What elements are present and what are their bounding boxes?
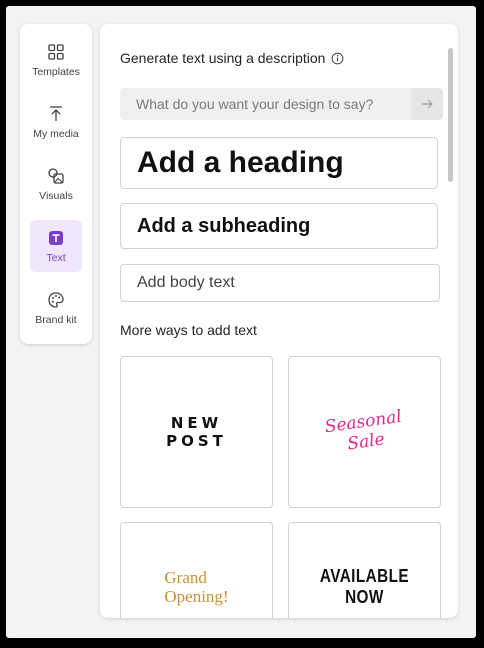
text-style-tile-grand-opening[interactable]: Grand Opening!: [120, 522, 273, 618]
tile-text-line: Opening!: [164, 587, 229, 606]
tile-text-line: NEW: [170, 414, 223, 432]
rail-item-brand-kit[interactable]: Brand kit: [30, 282, 82, 334]
rail-item-text[interactable]: Text: [30, 220, 82, 272]
rail-label: Brand kit: [35, 314, 77, 326]
rail-label: My media: [33, 128, 79, 140]
panel-scrollbar[interactable]: [448, 48, 453, 182]
generate-section-title: Generate text using a description: [120, 50, 344, 66]
left-rail: Templates My media Visuals Text Brand ki…: [20, 24, 92, 344]
visuals-icon: [48, 168, 64, 184]
text-panel: Generate text using a description Add a …: [100, 24, 458, 618]
app-frame: Templates My media Visuals Text Brand ki…: [6, 6, 476, 638]
tile-text-line: Grand: [164, 568, 207, 587]
rail-item-my-media[interactable]: My media: [30, 96, 82, 148]
upload-icon: [50, 106, 62, 121]
tile-preview-available-now: AVAILABLE NOW: [320, 566, 409, 608]
arrow-right-icon: [422, 99, 433, 109]
add-heading-button[interactable]: Add a heading: [120, 137, 438, 189]
prompt-box: [120, 88, 443, 120]
tile-preview-seasonal-sale: Seasonal Sale: [323, 407, 405, 457]
tile-text-line: POST: [166, 432, 227, 450]
info-icon[interactable]: [331, 52, 344, 65]
tile-text-line: AVAILABLE: [319, 566, 410, 586]
generate-title-text: Generate text using a description: [120, 50, 326, 66]
tile-preview-new-post: NEW POST: [166, 414, 227, 450]
more-ways-title: More ways to add text: [120, 322, 257, 338]
rail-item-templates[interactable]: Templates: [30, 34, 82, 86]
text-style-tile-seasonal-sale[interactable]: Seasonal Sale: [288, 356, 441, 508]
palette-icon: [48, 292, 64, 308]
prompt-input[interactable]: [120, 95, 413, 113]
rail-item-visuals[interactable]: Visuals: [30, 158, 82, 210]
rail-label: Templates: [32, 66, 80, 78]
prompt-submit-button[interactable]: [411, 88, 443, 120]
rail-label: Text: [46, 252, 66, 264]
tile-preview-grand-opening: Grand Opening!: [164, 568, 228, 606]
rail-label: Visuals: [39, 190, 73, 202]
templates-icon: [48, 44, 64, 60]
add-subheading-button[interactable]: Add a subheading: [120, 203, 438, 249]
text-style-tile-available-now[interactable]: AVAILABLE NOW: [288, 522, 441, 618]
text-icon: [49, 231, 63, 245]
tile-text-line: NOW: [345, 587, 384, 607]
add-body-text-button[interactable]: Add body text: [120, 264, 440, 302]
text-style-tile-new-post[interactable]: NEW POST: [120, 356, 273, 508]
